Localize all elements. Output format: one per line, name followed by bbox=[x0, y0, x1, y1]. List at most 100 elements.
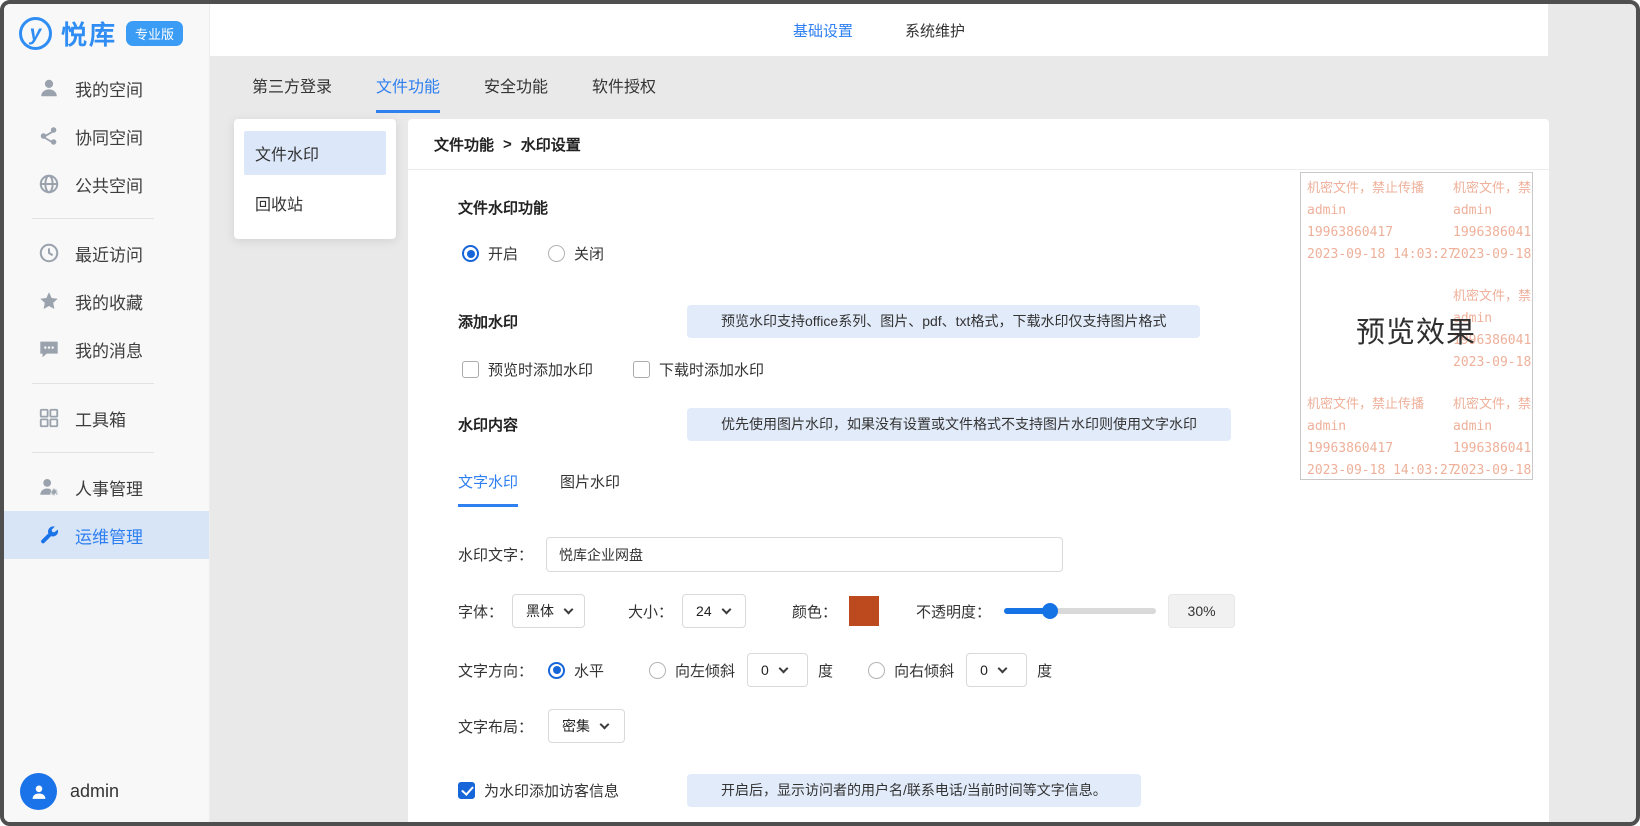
settings-tabs: 第三方登录 文件功能 安全功能 软件授权 bbox=[210, 56, 1636, 113]
watermark-content-tip: 优先使用图片水印，如果没有设置或文件格式不支持图片水印则使用文字水印 bbox=[687, 408, 1231, 441]
watermark-content-row: 水印内容 优先使用图片水印，如果没有设置或文件格式不支持图片水印则使用文字水印 bbox=[458, 408, 1308, 441]
opacity-value: 30% bbox=[1168, 594, 1235, 628]
radio-disable-label: 关闭 bbox=[574, 243, 604, 264]
radio-disable[interactable]: 关闭 bbox=[548, 243, 604, 264]
degree-unit: 度 bbox=[818, 660, 833, 681]
checkbox-visitor-info[interactable]: 为水印添加访客信息 bbox=[458, 780, 687, 801]
checkbox-download-label: 下载时添加水印 bbox=[659, 359, 764, 380]
opacity-label: 不透明度： bbox=[916, 601, 991, 622]
checkbox-download-watermark[interactable]: 下载时添加水印 bbox=[633, 359, 764, 380]
watermark-sample: 机密文件，禁止传播admin199638604172023-09-18 14:0… bbox=[1307, 394, 1457, 480]
sidebar-item-label: 我的消息 bbox=[75, 337, 143, 362]
radio-enable-control[interactable] bbox=[462, 245, 479, 262]
checkbox-preview-label: 预览时添加水印 bbox=[488, 359, 593, 380]
checkbox-preview-control[interactable] bbox=[462, 361, 479, 378]
sidebar-item-ops-management[interactable]: 运维管理 bbox=[4, 511, 209, 559]
sidebar-divider bbox=[32, 452, 154, 453]
layout-select[interactable]: 密集 bbox=[548, 709, 625, 743]
sidebar-divider bbox=[32, 383, 154, 384]
subsidebar-item-recycle-bin[interactable]: 回收站 bbox=[244, 181, 386, 225]
watermark-form: 文件水印功能 开启 关闭 添加水印 预览水印支持office系 bbox=[408, 170, 1308, 807]
radio-disable-control[interactable] bbox=[548, 245, 565, 262]
radio-tilt-right[interactable]: 向右倾斜 bbox=[868, 660, 954, 681]
sidebar-item-messages[interactable]: 我的消息 bbox=[4, 325, 209, 373]
sidebar-item-recent[interactable]: 最近访问 bbox=[4, 229, 209, 277]
breadcrumb-parent: 文件功能 bbox=[434, 134, 494, 155]
brand-logo: y 悦库 专业版 bbox=[4, 4, 209, 62]
user-avatar-icon bbox=[20, 773, 57, 810]
sidebar-item-public-space[interactable]: 公共空间 bbox=[4, 160, 209, 208]
tab-image-watermark[interactable]: 图片水印 bbox=[560, 471, 620, 507]
top-navbar: 基础设置 系统维护 bbox=[210, 4, 1548, 56]
sidebar-item-collab-space[interactable]: 协同空间 bbox=[4, 112, 209, 160]
checkbox-download-control[interactable] bbox=[633, 361, 650, 378]
radio-enable-label: 开启 bbox=[488, 243, 518, 264]
tilt-right-angle-select[interactable]: 0 bbox=[966, 653, 1027, 687]
text-layout-row: 文字布局： 密集 bbox=[458, 709, 1308, 743]
breadcrumb-separator: > bbox=[503, 136, 512, 153]
sidebar: y 悦库 专业版 我的空间 协同空间 公共空间 bbox=[4, 4, 210, 822]
chevron-down-icon bbox=[564, 604, 574, 614]
layout-select-value: 密集 bbox=[562, 716, 590, 736]
feature-section-label: 文件水印功能 bbox=[458, 197, 1308, 218]
radio-horizontal-control[interactable] bbox=[548, 662, 565, 679]
radio-tilt-left[interactable]: 向左倾斜 bbox=[649, 660, 735, 681]
watermark-text-input[interactable] bbox=[546, 537, 1063, 572]
watermark-sample: 机密文件，禁止传播admin199638604172023-09-18 14:0… bbox=[1307, 178, 1457, 266]
sidebar-item-toolbox[interactable]: 工具箱 bbox=[4, 394, 209, 442]
visitor-info-tip: 开启后，显示访问者的用户名/联系电话/当前时间等文字信息。 bbox=[687, 774, 1141, 807]
message-icon bbox=[38, 338, 60, 360]
tilt-left-angle-value: 0 bbox=[761, 662, 769, 678]
radio-enable[interactable]: 开启 bbox=[462, 243, 518, 264]
current-user[interactable]: admin bbox=[20, 773, 119, 810]
checkbox-preview-watermark[interactable]: 预览时添加水印 bbox=[462, 359, 593, 380]
chevron-down-icon bbox=[997, 663, 1007, 673]
add-watermark-row: 添加水印 预览水印支持office系列、图片、pdf、txt格式，下载水印仅支持… bbox=[458, 305, 1308, 338]
sidebar-item-my-space[interactable]: 我的空间 bbox=[4, 64, 209, 112]
checkbox-visitor-control[interactable] bbox=[458, 782, 475, 799]
sidebar-item-hr-management[interactable]: 人事管理 bbox=[4, 463, 209, 511]
topnav-basic-settings[interactable]: 基础设置 bbox=[793, 20, 853, 41]
user-icon bbox=[38, 77, 60, 99]
opacity-slider-thumb[interactable] bbox=[1042, 603, 1058, 619]
brand-edition-badge: 专业版 bbox=[126, 21, 183, 46]
font-select[interactable]: 黑体 bbox=[512, 594, 585, 628]
tab-security-features[interactable]: 安全功能 bbox=[484, 73, 548, 113]
brand-name: 悦库 bbox=[61, 15, 117, 52]
radio-tilt-right-control[interactable] bbox=[868, 662, 885, 679]
radio-tilt-left-control[interactable] bbox=[649, 662, 666, 679]
watermark-type-tabs: 文字水印 图片水印 bbox=[458, 471, 1308, 507]
add-watermark-tip: 预览水印支持office系列、图片、pdf、txt格式，下载水印仅支持图片格式 bbox=[687, 305, 1200, 338]
watermark-sample: 机密文件，禁止传播admin199638604172023-09-18 14:0… bbox=[1453, 178, 1533, 266]
topnav-system-maintenance[interactable]: 系统维护 bbox=[905, 20, 965, 41]
sidebar-divider bbox=[32, 218, 154, 219]
opacity-slider[interactable] bbox=[1004, 608, 1156, 614]
tab-file-features[interactable]: 文件功能 bbox=[376, 73, 440, 113]
radio-horizontal[interactable]: 水平 bbox=[548, 660, 604, 681]
sidebar-item-label: 我的收藏 bbox=[75, 289, 143, 314]
tilt-left-angle-select[interactable]: 0 bbox=[747, 653, 808, 687]
breadcrumb: 文件功能 > 水印设置 bbox=[408, 119, 1549, 170]
subsidebar-item-file-watermark[interactable]: 文件水印 bbox=[244, 131, 386, 175]
wrench-icon bbox=[38, 524, 60, 546]
history-clock-icon bbox=[38, 242, 60, 264]
tab-text-watermark[interactable]: 文字水印 bbox=[458, 471, 518, 507]
watermark-sample: 机密文件，禁止传播admin199638604172023-09-18 14:0… bbox=[1453, 394, 1533, 480]
logo-icon: y bbox=[19, 17, 52, 50]
sidebar-item-label: 我的空间 bbox=[75, 76, 143, 101]
color-swatch[interactable] bbox=[849, 596, 879, 626]
sidebar-item-label: 协同空间 bbox=[75, 124, 143, 149]
size-select-value: 24 bbox=[696, 603, 712, 619]
watermark-content-label: 水印内容 bbox=[458, 414, 687, 435]
tab-software-license[interactable]: 软件授权 bbox=[592, 73, 656, 113]
size-label: 大小： bbox=[628, 601, 673, 622]
chevron-down-icon bbox=[721, 604, 731, 614]
sidebar-item-favorites[interactable]: 我的收藏 bbox=[4, 277, 209, 325]
tab-third-party-login[interactable]: 第三方登录 bbox=[252, 73, 332, 113]
settings-panel: 文件功能 > 水印设置 文件水印功能 开启 关闭 bbox=[408, 119, 1549, 822]
size-select[interactable]: 24 bbox=[682, 594, 746, 628]
font-select-value: 黑体 bbox=[526, 601, 554, 621]
radio-tilt-right-label: 向右倾斜 bbox=[894, 660, 954, 681]
visitor-info-row: 为水印添加访客信息 开启后，显示访问者的用户名/联系电话/当前时间等文字信息。 bbox=[458, 774, 1308, 807]
radio-horizontal-label: 水平 bbox=[574, 660, 604, 681]
